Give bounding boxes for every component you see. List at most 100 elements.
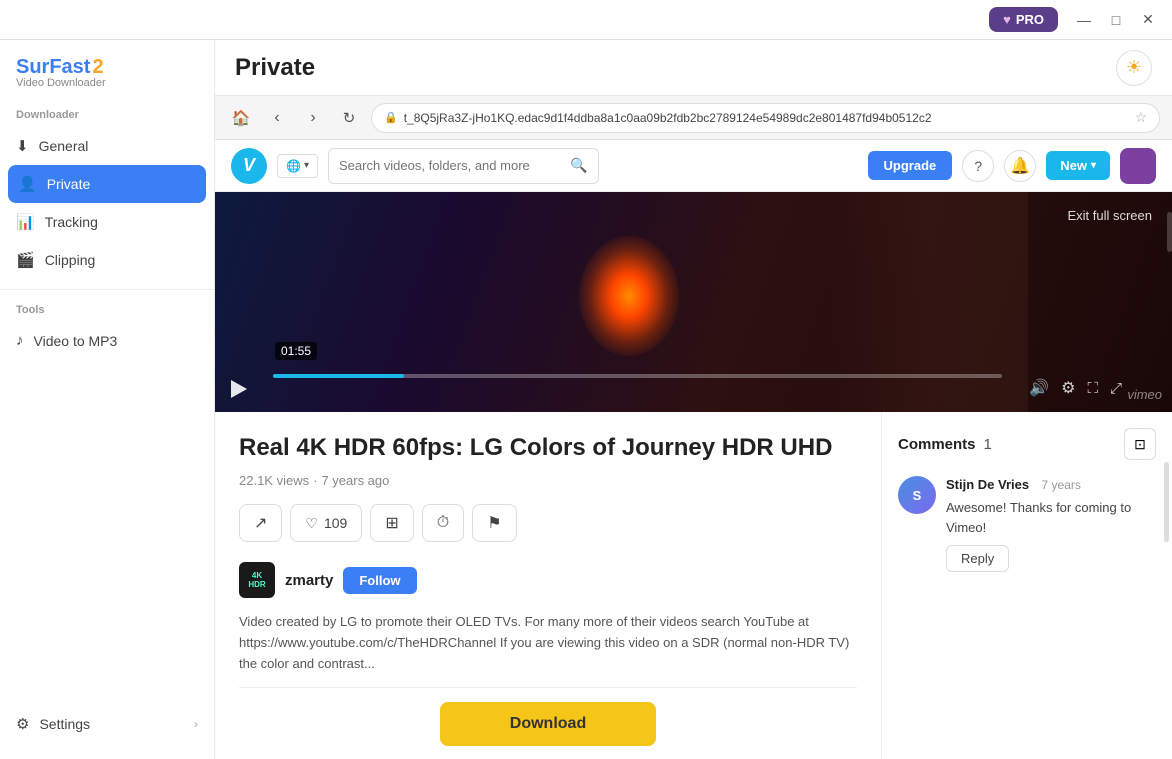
share-button[interactable]: ↗ [239,504,282,542]
back-button[interactable]: ‹ [263,104,291,132]
content-area: Real 4K HDR 60fps: LG Colors of Journey … [215,412,1172,759]
address-bar[interactable]: 🔒 t_8Q5jRa3Z-jHo1KQ.edac9d1f4ddba8a1c0aa… [371,103,1160,133]
panel-scrollbar[interactable] [1164,462,1169,542]
video-info-panel: Real 4K HDR 60fps: LG Colors of Journey … [215,412,882,759]
new-button[interactable]: New ▾ [1046,151,1110,180]
logo-subtitle: Video Downloader [16,77,198,89]
sidebar: SurFast 2 Video Downloader Downloader ⬇ … [0,40,215,759]
notification-button[interactable]: 🔔 [1004,150,1036,182]
logo-surfast: SurFast [16,56,90,79]
picture-in-picture-button[interactable]: ⛶ [1087,380,1098,397]
private-icon: 👤 [18,175,37,193]
heart-icon: ♥ [1003,12,1011,27]
exit-fullscreen-button[interactable]: Exit full screen [1067,208,1152,223]
comment-time: 7 years [1042,478,1081,492]
vimeo-logo: V [231,148,267,184]
browser-bar: 🏠 ‹ › ↻ 🔒 t_8Q5jRa3Z-jHo1KQ.edac9d1f4ddb… [215,96,1172,140]
tracking-icon: 📊 [16,213,35,231]
sidebar-label-private: Private [47,176,91,192]
home-button[interactable]: 🏠 [227,104,255,132]
vimeo-watermark: vimeo [1127,387,1162,402]
new-button-label: New [1060,158,1087,173]
clipping-icon: 🎬 [16,251,35,269]
comments-header: Comments 1 ⊡ [898,428,1156,460]
video-controls-right: 🔊 ⚙ ⛶ ⤢ [1029,378,1122,398]
play-button[interactable] [231,380,247,398]
video-player: 01:55 Exit full screen 🔊 ⚙ ⛶ ⤢ v [215,192,1172,412]
app-logo: SurFast 2 Video Downloader [0,56,214,105]
sidebar-item-tracking[interactable]: 📊 Tracking [0,203,214,241]
comments-expand-button[interactable]: ⊡ [1124,428,1156,460]
scrollbar-indicator[interactable] [1166,202,1172,402]
download-button[interactable]: Download [440,702,656,746]
like-button[interactable]: ♡ 109 [290,504,362,542]
user-avatar[interactable] [1120,148,1156,184]
vimeo-toolbar: V 🌐 ▾ 🔍 Upgrade ? 🔔 New ▾ [215,140,1172,192]
timestamp-badge: 01:55 [275,342,317,360]
settings-video-button[interactable]: ⚙ [1061,378,1075,398]
separator: · [313,473,317,488]
video-title: Real 4K HDR 60fps: LG Colors of Journey … [239,432,857,463]
page-title: Private [235,54,315,82]
view-count: 22.1K views [239,473,309,488]
sidebar-item-clipping[interactable]: 🎬 Clipping [0,241,214,279]
search-input[interactable] [339,158,562,173]
action-bar: ↗ ♡ 109 ⊞ ⏱ ⚑ [239,504,857,542]
volume-button[interactable]: 🔊 [1029,378,1049,398]
progress-bar[interactable] [273,374,1002,378]
channel-row: 4KHDR zmarty Follow [239,562,857,598]
watch-later-button[interactable]: ⏱ [422,504,464,542]
sidebar-section-downloader: Downloader [0,105,214,127]
address-text: t_8Q5jRa3Z-jHo1KQ.edac9d1f4ddba8a1c0aa09… [404,111,1129,125]
sidebar-label-general: General [39,138,89,154]
reply-button[interactable]: Reply [946,545,1009,572]
page-header: Private ☀ [215,40,1172,96]
heart-like-icon: ♡ [305,515,318,532]
sidebar-label-video-mp3: Video to MP3 [34,333,118,349]
help-button[interactable]: ? [962,150,994,182]
refresh-button[interactable]: ↻ [335,104,363,132]
sidebar-label-settings: Settings [39,716,90,732]
upgrade-button[interactable]: Upgrade [868,151,953,180]
comment-author: Stijn De Vries [946,477,1029,492]
comment-count: 1 [984,436,992,453]
maximize-button[interactable]: □ [1100,6,1132,34]
new-arrow-icon: ▾ [1091,160,1096,171]
pro-label: PRO [1016,12,1044,27]
follow-button[interactable]: Follow [343,567,416,594]
forward-button[interactable]: › [299,104,327,132]
sidebar-item-video-to-mp3[interactable]: ♪ Video to MP3 [0,322,214,359]
channel-logo: 4KHDR [239,562,275,598]
settings-chevron-icon: › [194,717,198,731]
globe-arrow-icon: ▾ [304,160,309,171]
settings-icon: ⚙ [16,715,29,733]
comments-label: Comments [898,436,976,453]
close-button[interactable]: ✕ [1132,6,1164,34]
report-button[interactable]: ⚑ [472,504,516,542]
layers-button[interactable]: ⊞ [370,504,413,542]
lock-icon: 🔒 [384,111,398,124]
comment-item: S Stijn De Vries 7 years Awesome! Thanks… [898,476,1156,572]
globe-selector[interactable]: 🌐 ▾ [277,154,318,178]
pro-badge[interactable]: ♥ PRO [989,7,1058,32]
sidebar-label-tracking: Tracking [45,214,98,230]
music-icon: ♪ [16,332,24,349]
sidebar-item-private[interactable]: 👤 Private [8,165,206,203]
comments-panel: Comments 1 ⊡ S Stijn De Vries 7 years Aw… [882,412,1172,759]
download-icon: ⬇ [16,137,29,155]
sidebar-item-general[interactable]: ⬇ General [0,127,214,165]
comment-avatar: S [898,476,936,514]
minimize-button[interactable]: — [1068,6,1100,34]
logo-number: 2 [92,56,103,79]
light-mode-button[interactable]: ☀ [1116,50,1152,86]
comments-title: Comments 1 [898,436,992,453]
search-icon: 🔍 [570,157,587,174]
download-button-container: Download [239,687,857,750]
search-box[interactable]: 🔍 [328,148,599,184]
globe-icon: 🌐 [286,159,301,173]
sidebar-item-settings[interactable]: ⚙ Settings › [0,705,214,743]
fullscreen-button[interactable]: ⤢ [1110,380,1122,397]
like-count: 109 [324,515,347,531]
channel-name: zmarty [285,572,333,589]
video-age: 7 years ago [321,473,389,488]
